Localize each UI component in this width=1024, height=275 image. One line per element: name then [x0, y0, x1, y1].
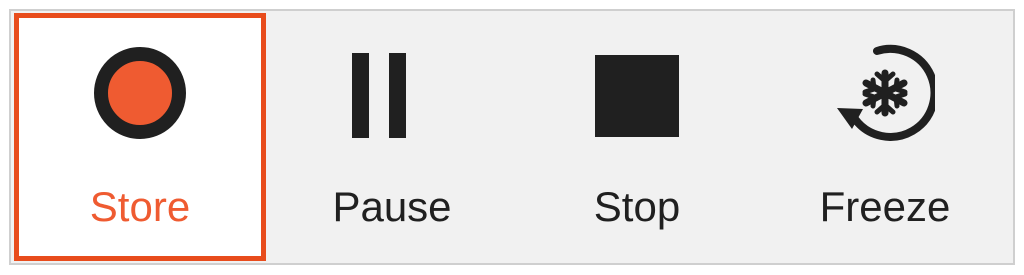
recording-toolbar: Store Pause Stop Freeze: [9, 9, 1015, 265]
store-button[interactable]: Store: [14, 13, 266, 261]
freeze-cycle-icon: [837, 44, 935, 141]
pause-icon: [352, 53, 406, 138]
freeze-button[interactable]: Freeze: [760, 11, 1010, 263]
pause-label: Pause: [332, 183, 452, 230]
pause-button[interactable]: Pause: [270, 11, 514, 263]
freeze-label: Freeze: [819, 183, 951, 230]
record-circle-icon: [94, 47, 186, 139]
stop-button[interactable]: Stop: [514, 11, 760, 263]
stop-square-icon: [595, 55, 679, 137]
stop-label: Stop: [593, 183, 681, 230]
store-label: Store: [89, 183, 191, 230]
